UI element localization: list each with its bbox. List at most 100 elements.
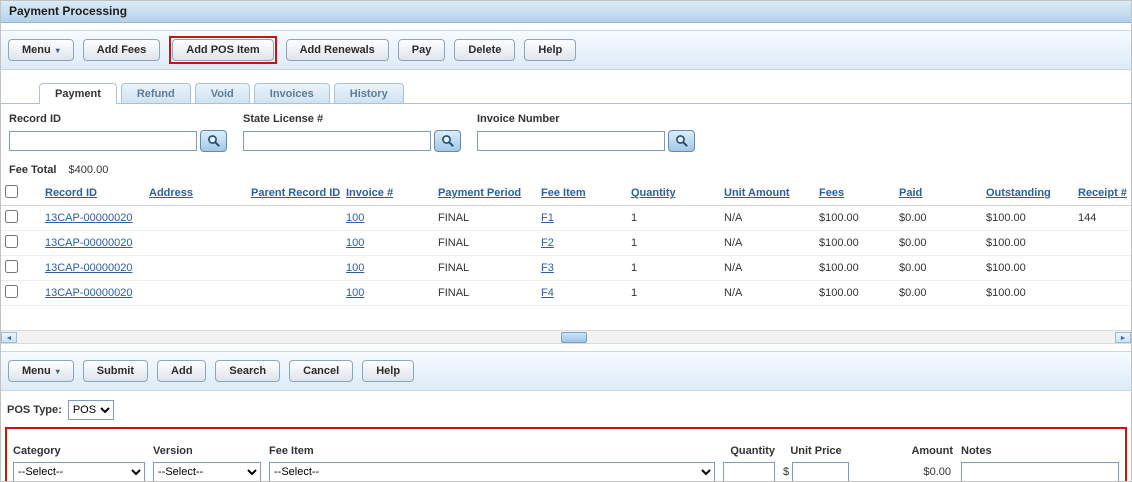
- record-id-link[interactable]: 13CAP-00000020: [45, 262, 132, 274]
- row-checkbox[interactable]: [5, 210, 18, 223]
- invoice-link[interactable]: 100: [346, 262, 364, 274]
- invoice-number-search-button[interactable]: [668, 130, 695, 152]
- invoice-number-input[interactable]: [477, 131, 665, 151]
- fee-item-link[interactable]: F1: [541, 212, 554, 224]
- header-fee-item[interactable]: Fee Item: [541, 187, 586, 199]
- parent-record-id-cell: [247, 281, 342, 306]
- address-cell: [145, 231, 247, 256]
- unit-amount-cell: N/A: [720, 256, 815, 281]
- menu-button[interactable]: Menu ▾: [8, 360, 74, 382]
- pos-type-label: POS Type:: [7, 404, 62, 416]
- fee-item-select[interactable]: --Select--: [269, 462, 715, 482]
- tab-invoices[interactable]: Invoices: [254, 83, 330, 103]
- header-payment-period[interactable]: Payment Period: [438, 187, 521, 199]
- scrollbar-thumb[interactable]: [561, 332, 587, 343]
- header-address[interactable]: Address: [149, 187, 193, 199]
- fees-cell: $100.00: [815, 231, 895, 256]
- header-fees[interactable]: Fees: [819, 187, 844, 199]
- header-receipt[interactable]: Receipt #: [1078, 187, 1127, 199]
- payment-processing-window: Payment Processing Menu ▾ Add Fees Add P…: [0, 0, 1132, 482]
- quantity-cell: 1: [627, 231, 720, 256]
- unit-price-input[interactable]: [792, 462, 849, 482]
- invoice-link[interactable]: 100: [346, 287, 364, 299]
- pos-unit-price-label: Unit Price: [783, 445, 849, 457]
- unit-amount-cell: N/A: [720, 231, 815, 256]
- record-id-label: Record ID: [9, 113, 227, 125]
- menu-button[interactable]: Menu ▾: [8, 39, 74, 61]
- pos-fee-item-label: Fee Item: [269, 445, 715, 457]
- row-checkbox[interactable]: [5, 260, 18, 273]
- header-invoice[interactable]: Invoice #: [346, 187, 393, 199]
- record-id-link[interactable]: 13CAP-00000020: [45, 287, 132, 299]
- help-button[interactable]: Help: [524, 39, 576, 61]
- tab-payment[interactable]: Payment: [39, 83, 117, 104]
- tab-refund[interactable]: Refund: [121, 83, 191, 103]
- fee-item-link[interactable]: F4: [541, 287, 554, 299]
- add-button[interactable]: Add: [157, 360, 206, 382]
- top-toolbar: Menu ▾ Add Fees Add POS Item Add Renewal…: [1, 30, 1131, 70]
- add-pos-item-button[interactable]: Add POS Item: [172, 39, 273, 61]
- header-record-id[interactable]: Record ID: [45, 187, 97, 199]
- pos-amount-label: Amount: [857, 445, 953, 457]
- tab-history[interactable]: History: [334, 83, 404, 103]
- table-header-row: Record ID Address Parent Record ID Invoi…: [1, 181, 1131, 206]
- category-select[interactable]: --Select--: [13, 462, 145, 482]
- unit-amount-cell: N/A: [720, 206, 815, 231]
- quantity-cell: 1: [627, 281, 720, 306]
- amount-value: $0.00: [857, 466, 953, 478]
- paid-cell: $0.00: [895, 281, 982, 306]
- record-id-input[interactable]: [9, 131, 197, 151]
- invoice-link[interactable]: 100: [346, 212, 364, 224]
- pos-notes-label: Notes: [961, 445, 1119, 457]
- version-select[interactable]: --Select--: [153, 462, 261, 482]
- bottom-toolbar: Menu ▾ Submit Add Search Cancel Help: [1, 351, 1131, 391]
- paid-cell: $0.00: [895, 256, 982, 281]
- state-license-input[interactable]: [243, 131, 431, 151]
- invoice-link[interactable]: 100: [346, 237, 364, 249]
- header-unit-amount[interactable]: Unit Amount: [724, 187, 790, 199]
- pay-button[interactable]: Pay: [398, 39, 446, 61]
- notes-input[interactable]: [961, 462, 1119, 482]
- horizontal-scrollbar[interactable]: ◄ ►: [1, 330, 1131, 344]
- search-button[interactable]: Search: [215, 360, 280, 382]
- pos-category-label: Category: [13, 445, 145, 457]
- record-id-link[interactable]: 13CAP-00000020: [45, 212, 132, 224]
- fees-cell: $100.00: [815, 281, 895, 306]
- submit-button[interactable]: Submit: [83, 360, 148, 382]
- pos-type-select[interactable]: POS: [68, 400, 114, 420]
- quantity-input[interactable]: [723, 462, 775, 482]
- record-id-link[interactable]: 13CAP-00000020: [45, 237, 132, 249]
- fee-item-link[interactable]: F3: [541, 262, 554, 274]
- invoice-number-field-group: Invoice Number: [477, 113, 695, 152]
- add-renewals-button[interactable]: Add Renewals: [286, 39, 389, 61]
- pos-entry-section: Category Version Fee Item Quantity Unit …: [5, 427, 1127, 482]
- tab-void[interactable]: Void: [195, 83, 250, 103]
- header-outstanding[interactable]: Outstanding: [986, 187, 1051, 199]
- row-checkbox[interactable]: [5, 235, 18, 248]
- receipt-cell: [1074, 231, 1131, 256]
- header-parent-record-id[interactable]: Parent Record ID: [251, 187, 340, 199]
- scroll-left-icon[interactable]: ◄: [1, 332, 17, 343]
- scroll-right-icon[interactable]: ►: [1115, 332, 1131, 343]
- header-quantity[interactable]: Quantity: [631, 187, 676, 199]
- table-row: 13CAP-00000020 100 FINAL F4 1 N/A $100.0…: [1, 281, 1131, 306]
- page-title: Payment Processing: [1, 1, 1131, 23]
- record-id-search-button[interactable]: [200, 130, 227, 152]
- delete-button[interactable]: Delete: [454, 39, 515, 61]
- parent-record-id-cell: [247, 206, 342, 231]
- fee-total: Fee Total $400.00: [1, 156, 1131, 181]
- fee-total-label: Fee Total: [9, 164, 56, 176]
- menu-button-label: Menu: [22, 365, 51, 377]
- chevron-down-icon: ▾: [56, 46, 60, 55]
- outstanding-cell: $100.00: [982, 281, 1074, 306]
- invoice-number-label: Invoice Number: [477, 113, 695, 125]
- cancel-button[interactable]: Cancel: [289, 360, 353, 382]
- select-all-checkbox[interactable]: [5, 185, 18, 198]
- header-paid[interactable]: Paid: [899, 187, 922, 199]
- fee-item-link[interactable]: F2: [541, 237, 554, 249]
- add-fees-button[interactable]: Add Fees: [83, 39, 161, 61]
- outstanding-cell: $100.00: [982, 231, 1074, 256]
- help-button[interactable]: Help: [362, 360, 414, 382]
- state-license-search-button[interactable]: [434, 130, 461, 152]
- row-checkbox[interactable]: [5, 285, 18, 298]
